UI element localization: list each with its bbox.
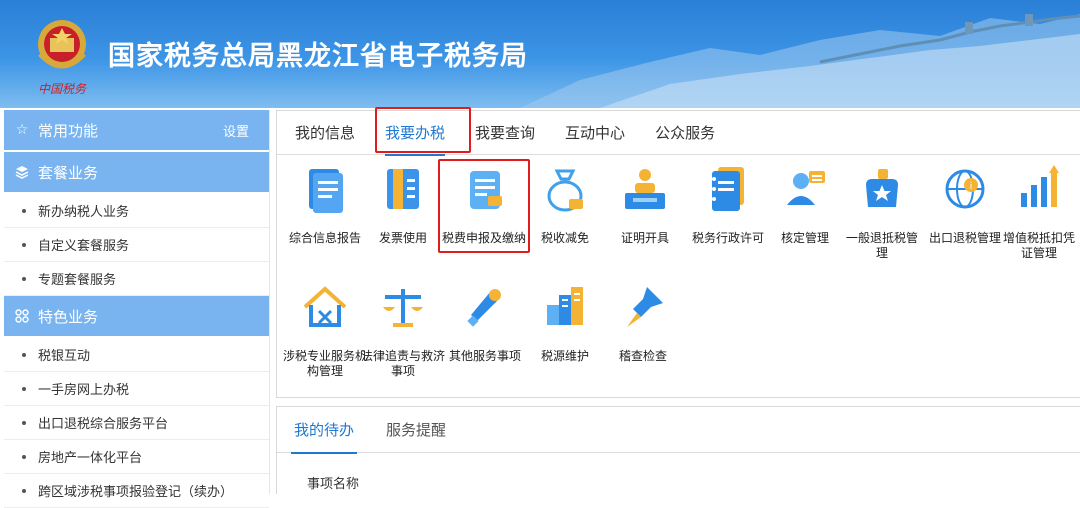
site-title: 国家税务总局黑龙江省电子税务局: [108, 41, 528, 72]
sidebar-section-featured[interactable]: 特色业务: [4, 296, 269, 336]
main-tabs: 我的信息 我要办税 我要查询 互动中心 公众服务: [277, 111, 1080, 156]
section-title: 常用功能: [38, 121, 99, 140]
func-label: 税费申报及缴纳: [441, 231, 526, 245]
header-banner: 中国税务 国家税务总局黑龙江省电子税务局: [0, 0, 1080, 108]
certificate-person-icon: [625, 169, 665, 209]
func-label: 增值税抵扣凭证管理: [1002, 231, 1075, 260]
func-tax-declaration[interactable]: 税费申报及缴纳: [439, 157, 529, 246]
tab-my-info[interactable]: 我的信息: [283, 111, 367, 155]
bullet-icon: [22, 420, 26, 425]
function-panel: 我的信息 我要办税 我要查询 互动中心 公众服务 综合信息报告 发票使用 税费申…: [276, 107, 1080, 398]
func-legal-relief[interactable]: 法律追责与救济事项: [361, 275, 445, 379]
star-outline-icon: ☆: [15, 122, 29, 138]
section-title: 套餐业务: [38, 163, 99, 182]
pin-icon: [627, 287, 663, 327]
section-title: 特色业务: [38, 307, 99, 326]
sidebar: ☆ 常用功能 设置 套餐业务 新办纳税人业务 自定义套餐服务 专题套餐服务 特色…: [4, 110, 270, 508]
func-professional-service[interactable]: 涉税专业服务机构管理: [283, 275, 367, 379]
func-general-refund[interactable]: 一般退抵税管理: [843, 157, 921, 261]
grid-loop-icon: [14, 308, 30, 324]
func-label: 证明开具: [620, 231, 669, 245]
users-icon: [787, 171, 825, 205]
func-label: 发票使用: [378, 231, 427, 245]
bullet-icon: [22, 208, 26, 213]
great-wall-illustration: [520, 14, 1080, 108]
func-assessment[interactable]: 核定管理: [763, 157, 847, 246]
tab-my-todo[interactable]: 我的待办: [283, 407, 365, 454]
bullet-icon: [22, 454, 26, 459]
sidebar-item-label: 跨区域涉税事项报验登记（续办）: [38, 485, 234, 500]
func-label: 涉税专业服务机构管理: [283, 349, 368, 378]
sidebar-section-package[interactable]: 套餐业务: [4, 152, 269, 192]
invoice-book-icon: [387, 169, 419, 209]
func-export-refund[interactable]: i 出口退税管理: [923, 157, 1007, 246]
func-label: 税务行政许可: [691, 231, 764, 245]
money-bag-icon: [547, 169, 583, 212]
scale-icon: [383, 289, 423, 327]
func-tax-relief[interactable]: 税收减免: [523, 157, 607, 246]
func-certificate[interactable]: 证明开具: [603, 157, 687, 246]
func-vat-deduction[interactable]: 增值税抵扣凭证管理: [999, 157, 1079, 261]
svg-text:i: i: [970, 182, 973, 192]
func-other-services[interactable]: 其他服务事项: [443, 275, 527, 364]
func-label: 一般退抵税管理: [845, 231, 918, 260]
todo-panel: 我的待办 服务提醒 事项名称: [276, 406, 1080, 494]
todo-tabs: 我的待办 服务提醒: [277, 407, 1080, 454]
sidebar-item-label: 房地产一体化平台: [38, 451, 143, 466]
sidebar-item-label: 一手房网上办税: [38, 383, 130, 398]
sidebar-item-new-house[interactable]: 一手房网上办税: [4, 372, 269, 406]
func-label: 其他服务事项: [448, 349, 521, 363]
tab-tax-handling[interactable]: 我要办税: [373, 111, 457, 156]
tab-service-reminder[interactable]: 服务提醒: [375, 407, 457, 453]
tax-declaration-icon: [470, 171, 502, 209]
bullet-icon: [22, 276, 26, 281]
bullet-icon: [22, 386, 26, 391]
refund-bag-icon: [866, 169, 898, 207]
func-label: 出口退税管理: [928, 231, 1001, 245]
megaphone-icon: [467, 289, 501, 327]
sidebar-section-common[interactable]: ☆ 常用功能 设置: [4, 110, 269, 150]
func-inspection[interactable]: 稽查检查: [601, 275, 685, 364]
sidebar-item-custom-package[interactable]: 自定义套餐服务: [4, 228, 269, 262]
func-invoice[interactable]: 发票使用: [361, 157, 445, 246]
house-tools-icon: [303, 286, 347, 327]
buildings-icon: [547, 287, 583, 325]
func-label: 法律追责与救济事项: [361, 349, 446, 378]
func-label: 税源维护: [540, 349, 589, 363]
sidebar-item-export-refund[interactable]: 出口退税综合服务平台: [4, 406, 269, 440]
globe-icon: i: [945, 169, 985, 209]
sidebar-item-cross-region[interactable]: 跨区域涉税事项报验登记（续办）: [4, 474, 269, 508]
bullet-icon: [22, 488, 26, 493]
tab-query[interactable]: 我要查询: [463, 111, 547, 155]
func-label: 税收减免: [540, 231, 589, 245]
sidebar-item-label: 自定义套餐服务: [38, 239, 130, 254]
sidebar-item-real-estate[interactable]: 房地产一体化平台: [4, 440, 269, 474]
sidebar-item-topic-package[interactable]: 专题套餐服务: [4, 262, 269, 296]
bullet-icon: [22, 242, 26, 247]
func-tax-source[interactable]: 税源维护: [523, 275, 607, 364]
sidebar-item-new-taxpayer[interactable]: 新办纳税人业务: [4, 194, 269, 228]
func-info-report[interactable]: 综合信息报告: [283, 157, 367, 246]
tab-interaction[interactable]: 互动中心: [553, 111, 637, 155]
license-book-icon: [712, 167, 744, 211]
func-admin-license[interactable]: 税务行政许可: [683, 157, 773, 246]
sidebar-item-label: 税银互动: [38, 349, 91, 364]
func-label: 综合信息报告: [288, 231, 361, 245]
sidebar-item-label: 新办纳税人业务: [38, 205, 130, 220]
report-icon: [309, 169, 343, 213]
growth-chart-icon: [1021, 165, 1059, 207]
sidebar-item-label: 出口退税综合服务平台: [38, 417, 169, 432]
sidebar-item-bank-tax[interactable]: 税银互动: [4, 338, 269, 372]
settings-link[interactable]: 设置: [223, 121, 249, 140]
sidebar-item-label: 专题套餐服务: [38, 273, 117, 288]
column-header-item-name: 事项名称: [307, 477, 360, 492]
func-label: 核定管理: [780, 231, 829, 245]
bullet-icon: [22, 352, 26, 357]
layers-icon: [14, 164, 30, 180]
func-label: 稽查检查: [618, 349, 667, 363]
tax-emblem-icon: [38, 20, 86, 69]
tab-public-service[interactable]: 公众服务: [643, 111, 727, 155]
emblem-signature: 中国税务: [38, 82, 87, 96]
